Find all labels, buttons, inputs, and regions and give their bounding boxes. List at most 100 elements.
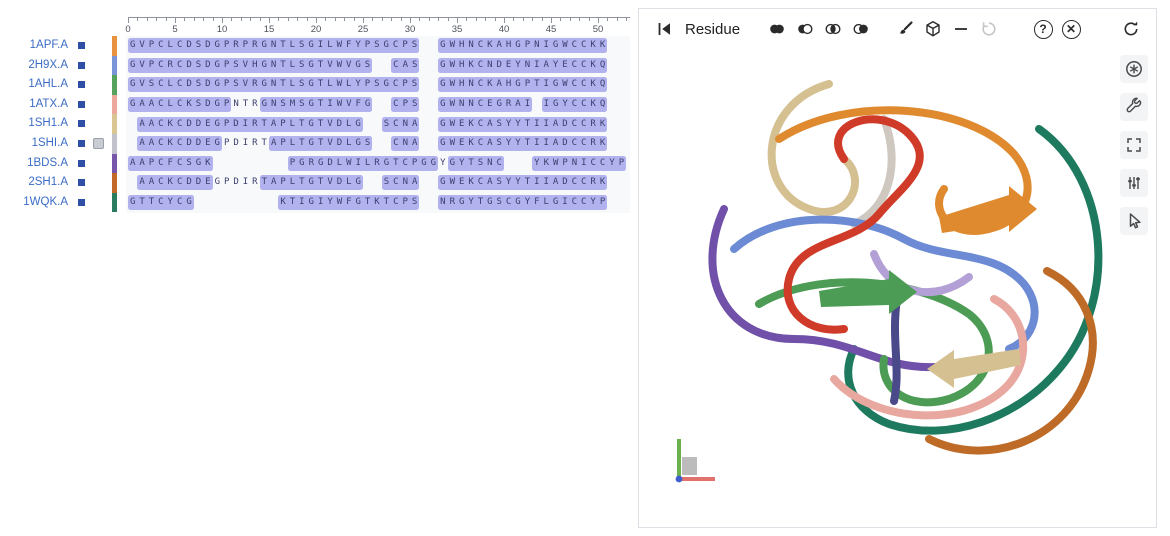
residue-cell[interactable]: V bbox=[137, 38, 146, 53]
residue-cell[interactable]: T bbox=[288, 195, 297, 210]
aligned-segment[interactable]: GTTCYCG bbox=[128, 194, 194, 210]
residue-cell[interactable]: G bbox=[307, 97, 316, 112]
unaligned-segment[interactable] bbox=[532, 97, 541, 112]
residue-cell[interactable]: T bbox=[260, 136, 269, 151]
residue-cell[interactable]: L bbox=[541, 195, 550, 210]
residue-cell[interactable]: T bbox=[523, 136, 532, 151]
residue-cell[interactable]: C bbox=[579, 117, 588, 132]
residue-cell[interactable]: N bbox=[570, 156, 579, 171]
residue-cell[interactable]: R bbox=[250, 175, 259, 190]
residue-cell[interactable]: C bbox=[570, 38, 579, 53]
residue-cell[interactable]: G bbox=[316, 156, 325, 171]
residue-cell[interactable]: K bbox=[166, 175, 175, 190]
residue-cell[interactable]: P bbox=[222, 77, 231, 92]
residue-cell[interactable]: R bbox=[250, 77, 259, 92]
residue-cell[interactable]: C bbox=[156, 156, 165, 171]
residue-cell[interactable]: S bbox=[231, 77, 240, 92]
residue-cell[interactable]: P bbox=[147, 38, 156, 53]
residue-cell[interactable]: I bbox=[541, 175, 550, 190]
residue-cell[interactable]: I bbox=[541, 77, 550, 92]
residue-cell[interactable]: A bbox=[147, 136, 156, 151]
residue-cell[interactable]: V bbox=[325, 136, 334, 151]
unaligned-segment[interactable] bbox=[372, 97, 391, 112]
residue-cell[interactable]: C bbox=[504, 195, 513, 210]
residue-cell[interactable]: A bbox=[485, 117, 494, 132]
selection-subtract-button[interactable] bbox=[792, 16, 818, 42]
residue-cell[interactable]: A bbox=[495, 77, 504, 92]
deselect-button[interactable] bbox=[948, 16, 974, 42]
unaligned-segment[interactable] bbox=[419, 97, 438, 112]
residue-cell[interactable]: K bbox=[588, 77, 597, 92]
residue-cell[interactable]: G bbox=[213, 58, 222, 73]
residue-cell[interactable]: V bbox=[344, 58, 353, 73]
residue-cell[interactable]: G bbox=[213, 77, 222, 92]
residue-cell[interactable]: S bbox=[231, 58, 240, 73]
residue-cell[interactable]: G bbox=[128, 77, 137, 92]
residue-cell[interactable]: D bbox=[560, 136, 569, 151]
residue-cell[interactable]: C bbox=[570, 195, 579, 210]
residue-cell[interactable]: G bbox=[128, 58, 137, 73]
residue-cell[interactable]: S bbox=[363, 136, 372, 151]
residue-cell[interactable]: G bbox=[259, 58, 268, 73]
unaligned-segment[interactable] bbox=[419, 117, 438, 132]
residue-cell[interactable]: D bbox=[231, 117, 240, 132]
residue-cell[interactable]: I bbox=[297, 195, 306, 210]
row-select-square[interactable] bbox=[78, 120, 85, 128]
residue-cell[interactable]: S bbox=[297, 38, 306, 53]
residue-cell[interactable]: T bbox=[523, 175, 532, 190]
residue-cell[interactable]: Y bbox=[560, 97, 569, 112]
apply-theme-button[interactable] bbox=[892, 16, 918, 42]
residue-cell[interactable]: V bbox=[241, 58, 250, 73]
residue-cell[interactable]: D bbox=[184, 77, 193, 92]
residue-cell[interactable]: C bbox=[570, 77, 579, 92]
aligned-segment[interactable]: SCNA bbox=[381, 175, 420, 191]
residue-cell[interactable]: S bbox=[194, 97, 203, 112]
residue-cell[interactable]: L bbox=[288, 136, 297, 151]
residue-cell[interactable]: C bbox=[579, 136, 588, 151]
residue-cell[interactable]: P bbox=[410, 156, 419, 171]
residue-cell[interactable]: S bbox=[194, 58, 203, 73]
residue-cell[interactable]: G bbox=[354, 136, 363, 151]
residue-cell[interactable]: P bbox=[400, 195, 409, 210]
unaligned-segment[interactable] bbox=[194, 195, 279, 210]
residue-cell[interactable]: L bbox=[288, 58, 297, 73]
aligned-segment[interactable]: GWHNCKAHGPTIGWCCKQ bbox=[438, 77, 608, 93]
residue-cell[interactable]: T bbox=[297, 136, 306, 151]
aligned-segment[interactable]: AACKCDDEGPDIRTAPLTGTVDLG bbox=[137, 116, 363, 132]
residue-cell[interactable]: G bbox=[213, 38, 222, 53]
residue-cell[interactable]: G bbox=[438, 58, 447, 73]
residue-cell[interactable]: G bbox=[306, 58, 315, 73]
residue-cell[interactable]: E bbox=[485, 97, 494, 112]
residue-cell[interactable]: G bbox=[438, 38, 447, 53]
residue-cell[interactable]: P bbox=[222, 58, 231, 73]
residue-cell[interactable]: P bbox=[400, 77, 409, 92]
residue-cell[interactable]: V bbox=[325, 117, 334, 132]
residue-cell[interactable]: S bbox=[194, 77, 203, 92]
residue-cell[interactable]: K bbox=[589, 97, 598, 112]
unaligned-segment[interactable]: GPDIR bbox=[213, 175, 260, 190]
residue-cell[interactable]: L bbox=[288, 175, 297, 190]
residue-cell[interactable]: T bbox=[316, 77, 325, 92]
residue-cell[interactable]: G bbox=[213, 136, 222, 151]
residue-cell[interactable]: T bbox=[316, 117, 325, 132]
residue-cell[interactable]: N bbox=[532, 38, 541, 53]
residue-cell[interactable]: C bbox=[570, 58, 579, 73]
residue-cell[interactable]: W bbox=[560, 77, 569, 92]
residue-cell[interactable]: T bbox=[297, 117, 306, 132]
residue-cell[interactable]: T bbox=[532, 77, 541, 92]
residue-cell[interactable]: C bbox=[156, 58, 165, 73]
selection-union-button[interactable] bbox=[764, 16, 790, 42]
residue-cell[interactable]: Y bbox=[504, 175, 513, 190]
residue-cell[interactable]: C bbox=[156, 97, 165, 112]
aligned-segment[interactable]: GVPCLCDSDGPRPRGNTLSGILWFYPSGCPS bbox=[128, 38, 420, 54]
residue-cell[interactable]: P bbox=[598, 195, 607, 210]
residue-cell[interactable]: T bbox=[523, 117, 532, 132]
residue-cell[interactable]: D bbox=[335, 136, 344, 151]
residue-cell[interactable]: G bbox=[363, 97, 372, 112]
residue-cell[interactable]: C bbox=[391, 58, 400, 73]
residue-cell[interactable]: D bbox=[184, 117, 193, 132]
residue-cell[interactable]: G bbox=[213, 117, 222, 132]
residue-cell[interactable]: G bbox=[306, 77, 315, 92]
residue-cell[interactable]: R bbox=[307, 156, 316, 171]
residue-cell[interactable]: V bbox=[137, 77, 146, 92]
